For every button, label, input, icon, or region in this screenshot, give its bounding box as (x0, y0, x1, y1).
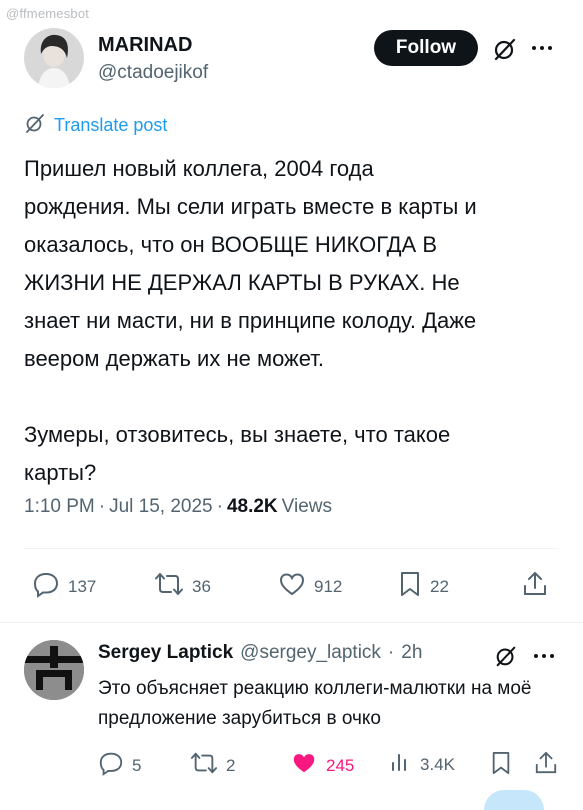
bookmark-icon (490, 750, 512, 781)
like-count: 912 (314, 576, 343, 596)
views-icon (390, 750, 412, 779)
divider (0, 622, 583, 623)
share-button[interactable] (534, 750, 558, 781)
views-button[interactable]: 3.4K (390, 750, 455, 779)
share-icon (534, 750, 558, 781)
reply-icon (98, 750, 124, 781)
meta-separator: · (216, 496, 223, 517)
like-count: 245 (326, 755, 355, 775)
author-handle[interactable]: @ctadoejikof (98, 62, 208, 84)
more-icon[interactable] (530, 38, 554, 63)
like-icon (278, 570, 306, 603)
meta-separator: · (98, 496, 106, 517)
like-button[interactable]: 912 (278, 570, 342, 603)
reply-icon (32, 570, 60, 603)
reply-separator: · (387, 642, 395, 663)
divider (24, 548, 559, 549)
post-date[interactable]: Jul 15, 2025 (109, 496, 213, 518)
author-name[interactable]: MARINAD (98, 34, 192, 57)
repost-button[interactable]: 36 (154, 570, 211, 603)
reply-actions: 5 2 245 3.4K (0, 748, 583, 782)
grok-icon[interactable] (492, 36, 518, 67)
bookmark-button[interactable]: 22 (398, 570, 449, 603)
reply-age[interactable]: 2h (401, 642, 422, 664)
reply-button[interactable]: 5 (98, 750, 141, 781)
translate-label: Translate post (54, 115, 168, 135)
floating-compose-button[interactable] (484, 790, 544, 810)
post-actions: 137 36 912 22 (0, 568, 583, 604)
repost-icon (190, 750, 218, 781)
reply-count: 5 (132, 755, 142, 775)
reply-header: Sergey Laptick @sergey_laptick · 2h (98, 642, 422, 664)
reply-text: Это объясняет реакцию коллеги-малютки на… (98, 678, 532, 729)
reply-author-handle[interactable]: @sergey_laptick (240, 642, 381, 664)
post-text: Пришел новый коллега, 2004 года рождения… (24, 156, 477, 485)
post-time[interactable]: 1:10 PM (24, 496, 95, 518)
repost-count: 2 (226, 755, 236, 775)
reply-author-avatar[interactable] (24, 640, 84, 700)
repost-icon (154, 570, 184, 603)
like-icon (290, 750, 318, 781)
bookmark-button[interactable] (490, 750, 512, 781)
reply-button[interactable]: 137 (32, 570, 96, 603)
watermark: @ffmemesbot (6, 6, 90, 21)
translate-icon (24, 112, 46, 139)
follow-button[interactable]: Follow (374, 30, 478, 66)
bookmark-count: 22 (430, 576, 449, 596)
share-icon (522, 570, 548, 603)
views-label: Views (281, 496, 332, 517)
translate-post-link[interactable]: Translate post (24, 112, 167, 139)
views-count: 48.2K (226, 496, 278, 517)
grok-icon[interactable] (494, 644, 518, 673)
views-count: 3.4K (420, 754, 455, 774)
post-meta: 1:10 PM · Jul 15, 2025 · 48.2K Views (24, 496, 332, 518)
bookmark-icon (398, 570, 422, 603)
more-icon[interactable] (532, 646, 556, 671)
share-button[interactable] (522, 570, 548, 603)
author-avatar[interactable] (24, 28, 84, 88)
reply-count: 137 (68, 576, 97, 596)
like-button[interactable]: 245 (290, 750, 354, 781)
reply-author-name[interactable]: Sergey Laptick (98, 642, 233, 664)
repost-count: 36 (192, 576, 211, 596)
repost-button[interactable]: 2 (190, 750, 235, 781)
